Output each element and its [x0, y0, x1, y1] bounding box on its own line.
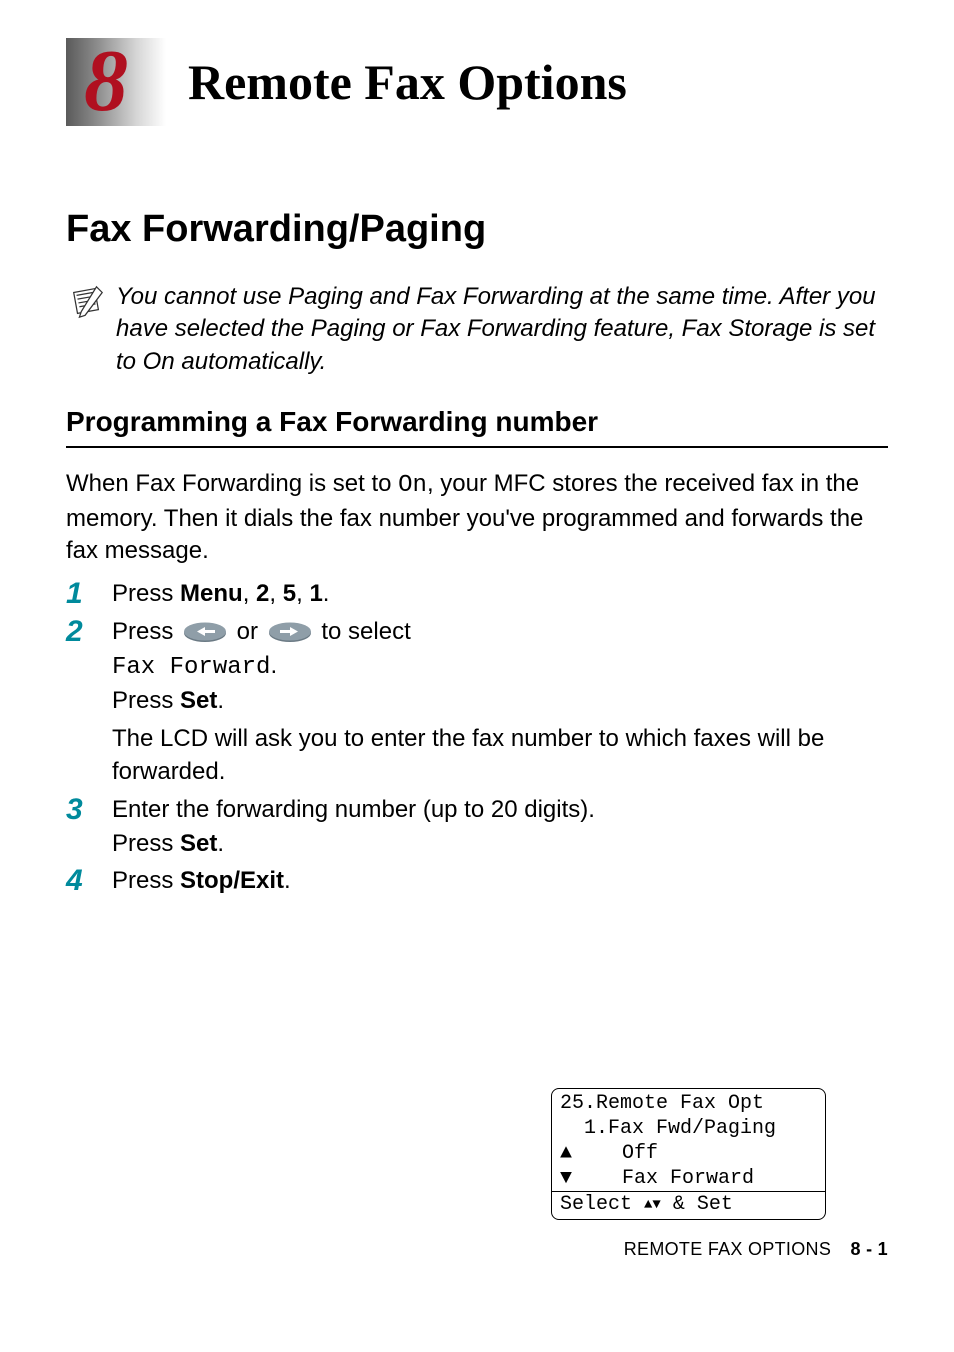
text: Press — [112, 867, 180, 894]
subsection-title: Programming a Fax Forwarding number — [66, 406, 888, 448]
note-text: You cannot use Paging and Fax Forwarding… — [116, 281, 888, 378]
step-2: 2 Press or to select Fax Forward. Press … — [66, 615, 888, 718]
dot: . — [270, 652, 277, 679]
chapter-number: 8 — [84, 38, 128, 126]
sep: , — [296, 580, 309, 607]
lcd-line-4: ▼ Fax Forward — [560, 1166, 817, 1191]
step-content: The LCD will ask you to enter the fax nu… — [112, 722, 888, 789]
step-number: 4 — [66, 864, 112, 897]
step-3: 3 Enter the forwarding number (up to 20 … — [66, 793, 888, 860]
lcd-footer: Select ▲▼ & Set — [552, 1191, 825, 1217]
lcd-line-3-text: Off — [574, 1141, 658, 1166]
lcd-display: 25.Remote Fax Opt 1.Fax Fwd/Paging ▲ Off… — [551, 1088, 826, 1220]
text: Press — [112, 687, 180, 714]
note-icon — [68, 283, 106, 321]
steps-list: 1 Press Menu, 2, 5, 1. 2 Press or to sel… — [66, 577, 888, 897]
intro-mono: On — [398, 472, 427, 499]
lcd-line-3: ▲ Off — [560, 1141, 817, 1166]
lcd-line-4-text: Fax Forward — [574, 1166, 754, 1191]
text: Enter the forwarding number (up to 20 di… — [112, 796, 595, 823]
step-number: 1 — [66, 577, 112, 610]
triangle-up-icon: ▲ — [560, 1141, 574, 1166]
section-title: Fax Forwarding/Paging — [66, 208, 888, 251]
step-2-note: The LCD will ask you to enter the fax nu… — [66, 722, 888, 789]
step-number: 3 — [66, 793, 112, 826]
sep: , — [269, 580, 282, 607]
chapter-header: 8 Remote Fax Options — [66, 38, 888, 126]
triangle-up-icon: ▲ — [644, 1198, 652, 1212]
text: Press — [112, 830, 180, 857]
step-number: 2 — [66, 615, 112, 648]
sep: , — [243, 580, 256, 607]
triangle-down-icon: ▼ — [652, 1198, 660, 1212]
fax-forward-mono: Fax Forward — [112, 654, 270, 681]
step-1: 1 Press Menu, 2, 5, 1. — [66, 577, 888, 611]
lcd-note-text: The LCD will ask you to enter the fax nu… — [112, 725, 824, 786]
set-key: Set — [180, 830, 217, 857]
lcd-line-2: 1.Fax Fwd/Paging — [560, 1116, 817, 1141]
nav-right-icon — [268, 622, 312, 644]
dot: . — [217, 687, 224, 714]
step-content: Press or to select Fax Forward. Press Se… — [112, 615, 492, 718]
text: or — [230, 618, 265, 645]
text: Press — [112, 580, 180, 607]
set-key: Set — [180, 687, 217, 714]
nav-left-icon — [183, 622, 227, 644]
page-footer: REMOTE FAX OPTIONS 8 - 1 — [624, 1239, 888, 1260]
dot: . — [284, 867, 291, 894]
dot: . — [217, 830, 224, 857]
page-number: 8 - 1 — [850, 1239, 888, 1259]
step-content: Enter the forwarding number (up to 20 di… — [112, 793, 888, 860]
lcd-footer-set: & Set — [661, 1192, 733, 1217]
footer-label: REMOTE FAX OPTIONS — [624, 1239, 831, 1259]
chapter-badge: 8 — [66, 38, 166, 126]
text: to select — [315, 618, 411, 645]
key-1: 1 — [309, 580, 322, 607]
step-content: Press Stop/Exit. — [112, 864, 888, 898]
triangle-down-icon: ▼ — [560, 1166, 574, 1191]
dot: . — [323, 580, 330, 607]
intro-part1: When Fax Forwarding is set to — [66, 470, 398, 497]
lcd-line-1: 25.Remote Fax Opt — [560, 1091, 817, 1116]
intro-text: When Fax Forwarding is set to On, your M… — [66, 468, 888, 567]
step-content: Press Menu, 2, 5, 1. — [112, 577, 888, 611]
step-4: 4 Press Stop/Exit. — [66, 864, 888, 898]
key-2: 2 — [256, 580, 269, 607]
note-block: You cannot use Paging and Fax Forwarding… — [68, 281, 888, 378]
key-5: 5 — [283, 580, 296, 607]
menu-key: Menu — [180, 580, 243, 607]
chapter-title: Remote Fax Options — [188, 53, 627, 111]
stop-exit-key: Stop/Exit — [180, 867, 284, 894]
text: Press — [112, 618, 180, 645]
lcd-footer-select: Select — [560, 1192, 644, 1217]
